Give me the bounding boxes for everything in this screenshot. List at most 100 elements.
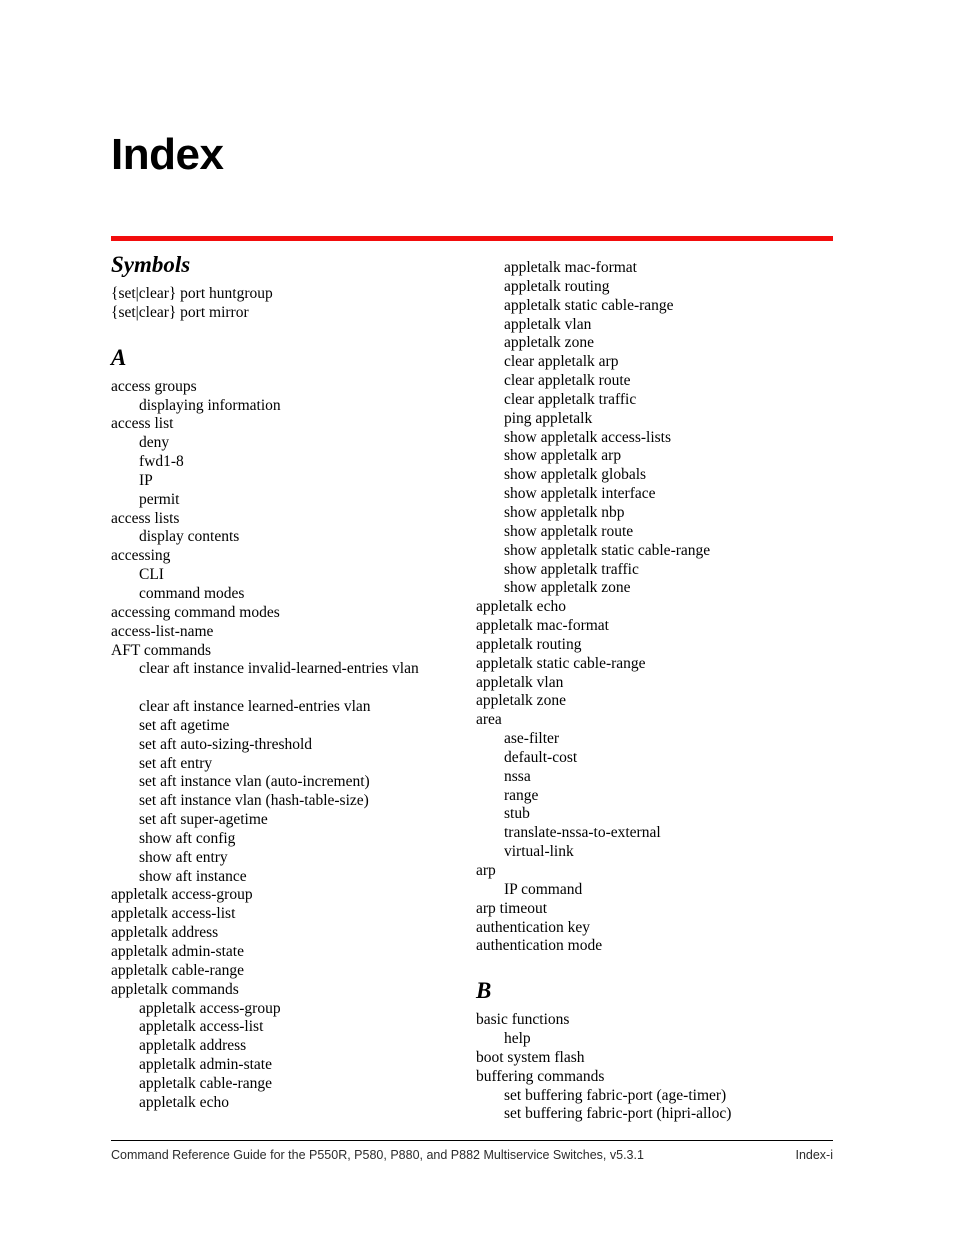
index-entry[interactable]: set aft instance vlan (auto-increment) — [111, 773, 471, 792]
index-entry[interactable]: show appletalk globals — [476, 466, 836, 485]
title-accent-rule — [111, 236, 833, 241]
index-entry[interactable]: appletalk zone — [476, 334, 836, 353]
index-entry[interactable]: appletalk static cable-range — [476, 297, 836, 316]
index-entry-list: access groups displaying information acces… — [111, 378, 471, 1113]
index-entry[interactable]: {set|clear} port huntgroup — [111, 285, 471, 304]
index-entry[interactable]: nssa — [476, 768, 836, 787]
index-entry-list: {set|clear} port huntgroup {set|clear} po… — [111, 285, 471, 323]
index-entry[interactable]: appletalk admin-state — [111, 943, 471, 962]
index-entry[interactable]: set aft entry — [111, 755, 471, 774]
index-entry[interactable]: ase-filter — [476, 730, 836, 749]
index-entry[interactable]: buffering commands — [476, 1068, 836, 1087]
footer-divider — [111, 1140, 833, 1141]
index-entry[interactable]: appletalk access-group — [111, 886, 471, 905]
index-entry[interactable]: IP command — [476, 881, 836, 900]
index-entry[interactable]: appletalk zone — [476, 692, 836, 711]
index-entry[interactable]: arp — [476, 862, 836, 881]
index-entry[interactable]: clear aft instance invalid-learned-entri… — [111, 660, 471, 679]
index-entry[interactable]: set buffering fabric-port (hipri-alloc) — [476, 1105, 836, 1124]
index-entry[interactable]: access-list-name — [111, 623, 471, 642]
index-entry-list: appletalk mac-format appletalk routing app… — [476, 259, 836, 956]
index-entry[interactable]: appletalk commands — [111, 981, 471, 1000]
index-entry[interactable]: set aft auto-sizing-threshold — [111, 736, 471, 755]
index-entry[interactable]: clear appletalk route — [476, 372, 836, 391]
index-entry[interactable]: appletalk static cable-range — [476, 655, 836, 674]
index-entry[interactable]: authentication key — [476, 919, 836, 938]
index-entry[interactable]: appletalk routing — [476, 278, 836, 297]
index-entry[interactable]: appletalk access-list — [111, 905, 471, 924]
index-entry[interactable]: appletalk address — [111, 924, 471, 943]
index-letter-heading: A — [111, 344, 127, 370]
index-entry[interactable]: default-cost — [476, 749, 836, 768]
index-entry[interactable]: authentication mode — [476, 937, 836, 956]
index-entry[interactable]: clear appletalk traffic — [476, 391, 836, 410]
index-entry[interactable]: show appletalk static cable-range — [476, 542, 836, 561]
index-entry[interactable]: accessing — [111, 547, 471, 566]
index-entry[interactable]: CLI — [111, 566, 471, 585]
page-footer: Command Reference Guide for the P550R, P… — [111, 1146, 833, 1164]
index-entry[interactable]: help — [476, 1030, 836, 1049]
index-entry[interactable]: set buffering fabric-port (age-timer) — [476, 1087, 836, 1106]
index-entry[interactable]: appletalk routing — [476, 636, 836, 655]
index-column-left: Symbols {set|clear} port huntgroup {set|cl… — [111, 252, 471, 1113]
index-entry[interactable]: appletalk cable-range — [111, 1075, 471, 1094]
page-title: Index — [111, 130, 224, 180]
footer-page-number: Index-i — [795, 1148, 833, 1162]
index-entry[interactable]: virtual-link — [476, 843, 836, 862]
index-entry[interactable]: show aft config — [111, 830, 471, 849]
index-entry[interactable]: access lists — [111, 510, 471, 529]
index-entry[interactable]: show appletalk arp — [476, 447, 836, 466]
index-entry[interactable]: show appletalk nbp — [476, 504, 836, 523]
index-entry[interactable]: show appletalk interface — [476, 485, 836, 504]
index-entry[interactable]: IP — [111, 472, 471, 491]
index-letter-heading: B — [476, 978, 492, 1004]
index-entry[interactable]: set aft agetime — [111, 717, 471, 736]
footer-document-title: Command Reference Guide for the P550R, P… — [111, 1148, 644, 1162]
index-entry[interactable]: appletalk mac-format — [476, 617, 836, 636]
index-entry[interactable]: basic functions — [476, 1011, 836, 1030]
index-entry-list: basic functions help boot system flash buff… — [476, 1011, 836, 1124]
index-entry[interactable]: show appletalk route — [476, 523, 836, 542]
index-entry[interactable]: show appletalk zone — [476, 579, 836, 598]
index-entry-spacer — [111, 679, 471, 698]
index-entry[interactable]: area — [476, 711, 836, 730]
index-entry[interactable]: appletalk admin-state — [111, 1056, 471, 1075]
index-entry[interactable]: appletalk access-list — [111, 1018, 471, 1037]
index-entry[interactable]: arp timeout — [476, 900, 836, 919]
index-page: Index Symbols {set|clear} port huntgroup{… — [0, 0, 954, 1235]
index-entry[interactable]: fwd1-8 — [111, 453, 471, 472]
index-entry[interactable]: appletalk mac-format — [476, 259, 836, 278]
index-entry[interactable]: accessing command modes — [111, 604, 471, 623]
index-entry[interactable]: set aft super-agetime — [111, 811, 471, 830]
index-entry[interactable]: {set|clear} port mirror — [111, 304, 471, 323]
index-entry[interactable]: clear appletalk arp — [476, 353, 836, 372]
index-entry[interactable]: appletalk echo — [111, 1094, 471, 1113]
index-entry[interactable]: appletalk access-group — [111, 1000, 471, 1019]
index-entry[interactable]: permit — [111, 491, 471, 510]
index-entry[interactable]: clear aft instance learned-entries vlan — [111, 698, 471, 717]
index-entry[interactable]: appletalk cable-range — [111, 962, 471, 981]
index-entry[interactable]: appletalk vlan — [476, 674, 836, 693]
index-entry[interactable]: show appletalk access-lists — [476, 429, 836, 448]
index-entry[interactable]: access groups — [111, 378, 471, 397]
index-entry[interactable]: show aft entry — [111, 849, 471, 868]
index-entry[interactable]: appletalk address — [111, 1037, 471, 1056]
index-entry[interactable]: display contents — [111, 528, 471, 547]
index-entry[interactable]: AFT commands — [111, 642, 471, 661]
index-entry[interactable]: displaying information — [111, 397, 471, 416]
index-entry[interactable]: translate-nssa-to-external — [476, 824, 836, 843]
index-entry[interactable]: ping appletalk — [476, 410, 836, 429]
index-entry[interactable]: show appletalk traffic — [476, 561, 836, 580]
index-column-right: appletalk mac-format appletalk routing app… — [476, 252, 836, 1124]
index-entry[interactable]: range — [476, 787, 836, 806]
index-entry[interactable]: deny — [111, 434, 471, 453]
index-entry[interactable]: boot system flash — [476, 1049, 836, 1068]
index-letter-heading: Symbols — [111, 252, 191, 277]
index-entry[interactable]: show aft instance — [111, 868, 471, 887]
index-entry[interactable]: command modes — [111, 585, 471, 604]
index-entry[interactable]: stub — [476, 805, 836, 824]
index-entry[interactable]: access list — [111, 415, 471, 434]
index-entry[interactable]: appletalk echo — [476, 598, 836, 617]
index-entry[interactable]: appletalk vlan — [476, 316, 836, 335]
index-entry[interactable]: set aft instance vlan (hash-table-size) — [111, 792, 471, 811]
